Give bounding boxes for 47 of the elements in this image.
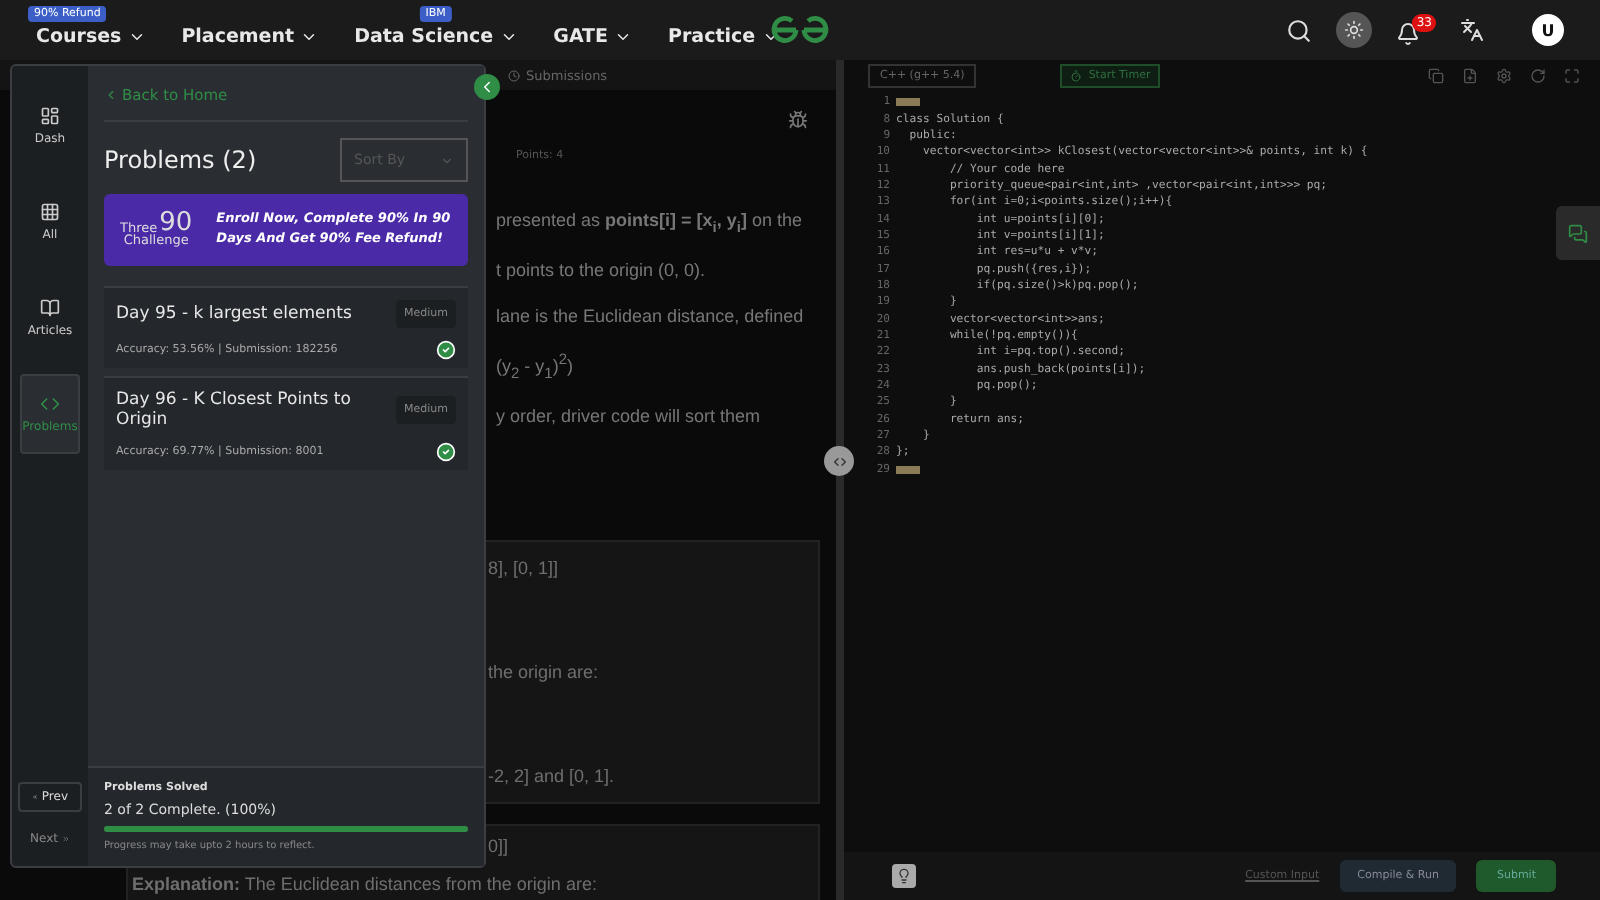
file-plus-icon[interactable] xyxy=(1462,68,1478,84)
dashboard-icon xyxy=(40,106,60,126)
theme-toggle-button[interactable] xyxy=(1336,12,1372,48)
explanation-text: Explanation: The Euclidean distances from the origin are: xyxy=(130,873,599,894)
double-chevron-right-icon xyxy=(61,832,70,846)
problem-text: lane is the Euclidean distance, defined xyxy=(496,305,806,327)
hint-button[interactable] xyxy=(892,864,916,888)
nav-menu-item[interactable]: GATE xyxy=(553,25,633,47)
clock-icon xyxy=(508,69,520,81)
nav-menu-item[interactable]: Courses xyxy=(36,25,146,47)
problem-text: t points to the origin (0, 0). xyxy=(496,259,708,282)
chat-button[interactable] xyxy=(1556,206,1600,260)
bug-icon[interactable] xyxy=(788,110,808,130)
timer-icon xyxy=(1070,70,1083,82)
settings-icon[interactable] xyxy=(1496,68,1512,84)
search-icon[interactable] xyxy=(1286,17,1312,43)
nav-menu-item[interactable]: Placement xyxy=(181,25,319,47)
arrows-icon xyxy=(831,453,847,469)
chevron-down-icon xyxy=(440,153,454,167)
problem-title: Day 96 - K Closest Points to Origin xyxy=(116,390,353,430)
chevron-left-icon xyxy=(104,88,118,102)
panel-title: Problems (2) xyxy=(104,146,257,174)
problem-title: Day 95 - k largest elements xyxy=(116,304,352,324)
example-text: 8], [0, 1]] xyxy=(488,557,561,578)
fold-marker[interactable] xyxy=(896,465,920,474)
problem-text: y order, driver code will sort them xyxy=(496,406,763,428)
collapse-button[interactable] xyxy=(474,74,500,100)
book-icon xyxy=(40,298,60,318)
chat-icon xyxy=(1568,223,1588,243)
example-text: -2, 2] and [0, 1]. xyxy=(488,765,617,786)
nav-menu-item[interactable]: Data Science xyxy=(354,25,518,47)
grid-icon xyxy=(40,202,60,222)
fold-marker[interactable] xyxy=(896,98,920,107)
nav-menu-item[interactable]: Practice xyxy=(668,25,780,47)
example-text: the origin are: xyxy=(488,661,601,682)
reset-icon[interactable] xyxy=(1530,68,1546,84)
bell-icon xyxy=(1396,22,1420,46)
sun-icon xyxy=(1344,20,1364,40)
user-avatar[interactable]: U xyxy=(1532,14,1564,46)
example-text: 0]] xyxy=(488,835,509,856)
problem-text: (y$_{2}$ - y$_{1}$)$^{2}$) xyxy=(496,350,576,383)
copy-icon[interactable] xyxy=(1428,68,1444,84)
code-icon xyxy=(40,394,60,414)
chevron-left-icon xyxy=(478,78,496,96)
lightbulb-icon xyxy=(896,868,912,884)
translate-icon[interactable] xyxy=(1460,18,1484,42)
problem-text: presented as points[i] = [x$_{i}$, y$_{i}$] on the xyxy=(496,210,805,236)
